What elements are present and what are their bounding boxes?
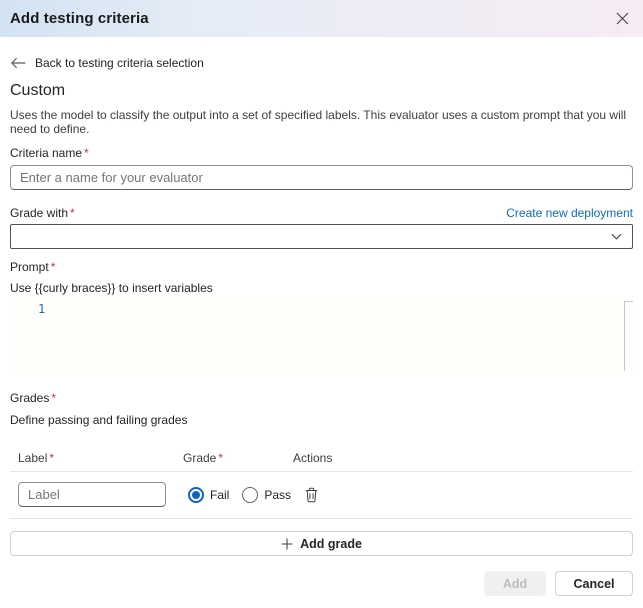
radio-pass-label: Pass (264, 488, 291, 502)
grades-hint: Define passing and failing grades (10, 413, 633, 427)
page-title: Custom (10, 81, 633, 100)
radio-fail-icon[interactable] (188, 487, 204, 503)
grades-label: Grades* (10, 391, 633, 405)
table-row: Fail Pass (10, 472, 633, 519)
close-icon (616, 12, 629, 25)
grade-with-dropdown[interactable] (10, 224, 633, 249)
grade-label-cell (10, 482, 183, 507)
back-arrow-icon (10, 57, 26, 69)
editor-scrollbar[interactable] (624, 301, 633, 371)
dialog-title: Add testing criteria (10, 10, 149, 27)
criteria-name-input[interactable] (10, 165, 633, 190)
back-link-label: Back to testing criteria selection (35, 56, 204, 70)
trash-icon (304, 487, 319, 503)
criteria-name-label: Criteria name* (10, 146, 633, 160)
required-asterisk: * (51, 260, 56, 274)
create-new-deployment-link[interactable]: Create new deployment (506, 206, 633, 220)
plus-icon (281, 538, 293, 550)
required-asterisk: * (70, 206, 75, 220)
grades-table: Label* Grade* Actions Fail (10, 451, 633, 556)
column-header-grade: Grade* (183, 451, 293, 465)
chevron-down-icon (610, 230, 623, 243)
grade-with-label: Grade with* (10, 206, 75, 220)
grade-with-header: Grade with* Create new deployment (10, 206, 633, 220)
criteria-name-field: Criteria name* (10, 146, 633, 190)
column-header-actions: Actions (293, 451, 633, 465)
radio-fail-label: Fail (210, 488, 229, 502)
prompt-hint: Use {{curly braces}} to insert variables (10, 281, 633, 295)
prompt-label: Prompt* (10, 260, 633, 274)
editor-line-number: 1 (38, 302, 45, 316)
grades-table-header: Label* Grade* Actions (10, 451, 633, 472)
close-button[interactable] (609, 5, 635, 31)
dialog-body: Back to testing criteria selection Custo… (0, 37, 643, 608)
required-asterisk: * (51, 391, 56, 405)
back-link[interactable]: Back to testing criteria selection (10, 56, 204, 70)
required-asterisk: * (49, 451, 54, 465)
dialog-header: Add testing criteria (0, 0, 643, 37)
add-grade-button[interactable]: Add grade (10, 531, 633, 556)
add-grade-button-label: Add grade (300, 537, 362, 551)
required-asterisk: * (218, 451, 223, 465)
grade-label-input[interactable] (18, 482, 166, 507)
evaluator-description: Uses the model to classify the output in… (10, 108, 633, 136)
prompt-code-editor[interactable]: 1 (10, 298, 633, 374)
required-asterisk: * (84, 146, 89, 160)
dialog-footer: Add Cancel (10, 571, 633, 608)
radio-option-pass[interactable]: Pass (242, 487, 291, 503)
delete-grade-button[interactable] (302, 485, 321, 505)
cancel-button[interactable]: Cancel (555, 571, 633, 596)
grade-actions-cell (293, 485, 633, 505)
add-button[interactable]: Add (484, 571, 546, 596)
radio-pass-icon[interactable] (242, 487, 258, 503)
grade-radio-group: Fail Pass (183, 487, 293, 503)
radio-option-fail[interactable]: Fail (188, 487, 229, 503)
column-header-label: Label* (10, 451, 183, 465)
add-testing-criteria-dialog: Add testing criteria Back to testing cri… (0, 0, 643, 608)
